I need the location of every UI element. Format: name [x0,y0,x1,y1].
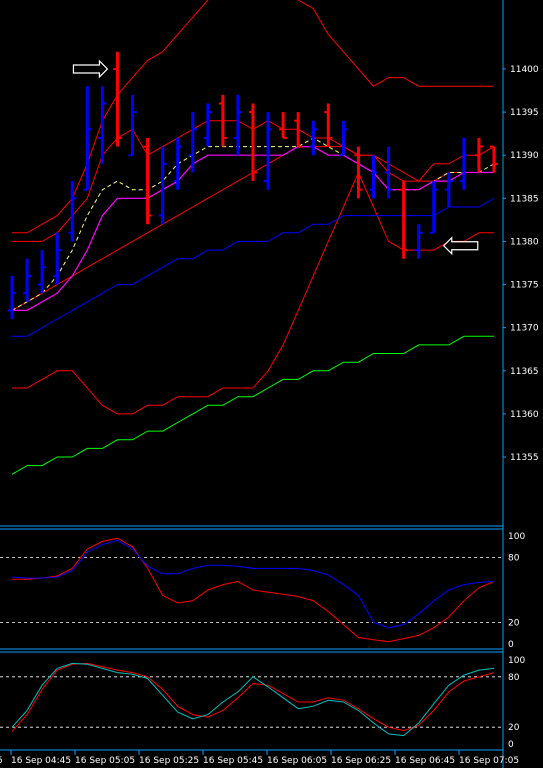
time-tick-label: 16 Sep 05:25 [139,756,199,766]
ohlc-bar [158,146,167,225]
ohlc-bar [83,86,92,191]
osc-tick-label: 100 [508,532,525,542]
time-tick-label-partial: 5 [0,756,3,766]
osc-tick-label: 0 [508,740,514,750]
ohlc-bar [38,250,47,294]
osc-tick-label: 80 [508,673,520,683]
green-ma-line [11,335,494,475]
oscillator-line [11,662,495,737]
ohlc-bar [128,94,137,157]
ohlc-bar [23,258,32,302]
osc-tick-label: 100 [508,656,525,666]
ohlc-bar [53,232,62,285]
time-tick-label: 16 Sep 06:05 [267,756,327,766]
price-tick-label: 11400 [510,65,539,75]
price-tick-label: 11355 [510,453,539,463]
ohlc-bar [8,275,16,320]
price-tick-label: 11375 [510,281,539,291]
ohlc-bar [233,94,242,156]
price-tick-label: 11390 [510,151,539,161]
time-tick-label: 16 Sep 05:45 [203,756,263,766]
osc-tick-label: 20 [508,723,520,733]
ohlc-bar [203,103,212,147]
ohlc-bar [279,112,288,139]
lower-band-line [12,171,494,415]
time-tick-label: 16 Sep 06:25 [331,756,391,766]
ohlc-bar [459,137,468,190]
price-tick-label: 11385 [510,194,539,204]
price-tick-label: 11370 [510,324,539,334]
ohlc-bar [384,146,393,199]
ohlc-bar [264,112,273,190]
ohlc-bar [188,112,197,173]
ohlc-bar [354,146,363,199]
price-tick-label: 11365 [510,367,539,377]
ohlc-bar [474,137,483,173]
main-price-panel [8,0,498,475]
osc-tick-label: 20 [508,618,520,628]
ohlc-bar [399,181,408,259]
ohlc-bar [339,120,348,157]
arrow-right-icon [72,59,109,79]
time-tick-label: 16 Sep 07:05 [459,756,519,766]
price-tick-label: 11380 [510,237,539,247]
ohlc-bar [68,181,77,242]
chart-canvas: 11400 11395 11390 11385 11380 11375 11370 11365… [0,0,539,768]
oscillator-line [11,662,495,732]
ohlc-bar [429,181,438,234]
ohlc-bar [249,103,257,182]
blue-ma-line [12,197,495,337]
ohlc-bar [414,224,423,259]
time-tick-label: 16 Sep 05:05 [75,756,135,766]
oscillator-line [12,537,495,643]
ohlc-bar [444,172,453,207]
ohlc-bar [490,145,498,173]
ohlc-bar [369,155,378,199]
time-axis: 16 Sep 04:45 16 Sep 05:05 16 Sep 05:25 16 S… [0,750,519,766]
arrow-left-icon [442,236,479,256]
time-tick-label: 16 Sep 06:45 [395,756,455,766]
price-tick-label: 11360 [510,410,539,420]
ohlc-bar [173,137,182,190]
oscillator-panel-2 [0,662,503,737]
oscillator-panel-1 [0,537,503,643]
osc-tick-label: 80 [508,554,520,564]
time-tick-label: 16 Sep 04:45 [11,756,71,766]
osc-tick-label: 0 [508,640,514,650]
price-tick-label: 11395 [510,108,539,118]
